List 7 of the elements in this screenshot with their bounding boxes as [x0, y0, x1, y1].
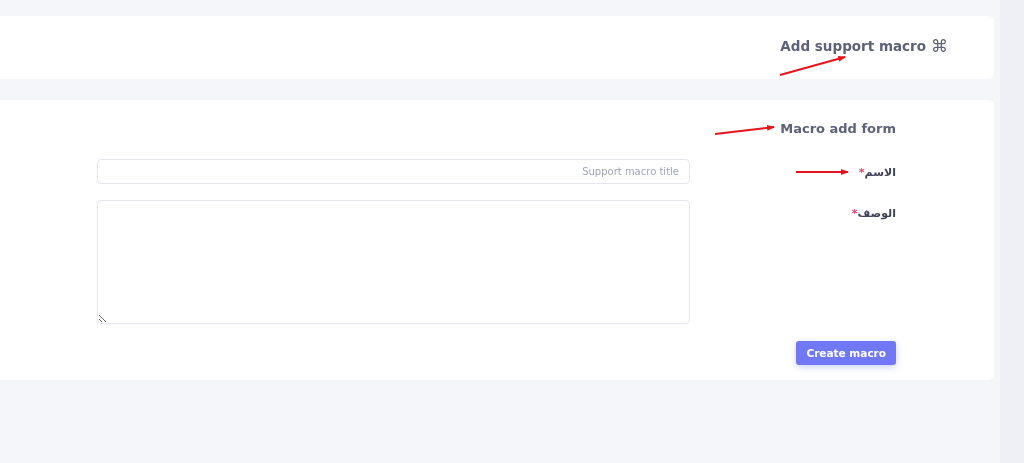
- create-button[interactable]: Create macro: [796, 341, 896, 365]
- form-title: Macro add form: [780, 121, 896, 136]
- page-title: Add support macro: [780, 38, 926, 56]
- command-icon: ⌘: [931, 36, 948, 59]
- field-label: الاسم*: [858, 165, 896, 179]
- field-label: الوصف*: [851, 206, 896, 220]
- name-field[interactable]: Support macro title: [97, 159, 690, 184]
